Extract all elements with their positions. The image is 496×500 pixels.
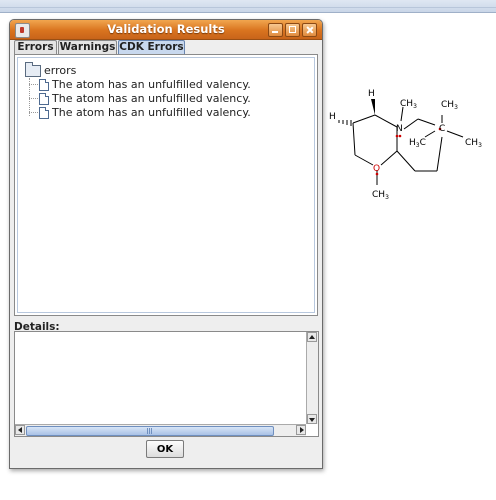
error-tree[interactable]: errors The atom has an unfulfilled valen… — [17, 57, 315, 313]
top-toolbar-line — [0, 7, 496, 8]
tree-item-label: The atom has an unfulfilled valency. — [52, 106, 251, 119]
molecule-structure[interactable]: H N CH3 CH3 H H3C C CH3 O CH3 — [325, 85, 485, 215]
arrow-right-icon — [300, 427, 304, 433]
details-text-area[interactable] — [14, 331, 319, 437]
folder-icon — [25, 62, 41, 77]
document-icon — [39, 93, 49, 105]
tree-root-node[interactable]: errors — [25, 62, 77, 77]
grip-icon — [147, 428, 152, 434]
arrow-down-icon — [309, 418, 315, 422]
tree-item-label: The atom has an unfulfilled valency. — [52, 78, 251, 91]
arrow-up-icon — [309, 335, 315, 339]
maximize-icon[interactable] — [285, 23, 300, 37]
validation-results-dialog: Validation Results Errors Warnings CDK E… — [9, 19, 323, 469]
details-horizontal-scrollbar[interactable] — [15, 424, 306, 436]
scroll-up-button[interactable] — [307, 332, 317, 342]
scroll-down-button[interactable] — [307, 414, 317, 424]
atom-c-methyl-top: CH3 — [441, 100, 458, 111]
tab-warnings[interactable]: Warnings — [58, 40, 117, 54]
tab-cdk-errors[interactable]: CDK Errors — [118, 40, 185, 54]
molecule-bonds — [352, 106, 464, 185]
scroll-right-button[interactable] — [296, 425, 306, 435]
scroll-left-button[interactable] — [15, 425, 25, 435]
tab-errors[interactable]: Errors — [14, 40, 57, 54]
dialog-titlebar[interactable]: Validation Results — [10, 20, 322, 40]
error-markers — [375, 127, 442, 176]
atom-n: N — [396, 124, 403, 134]
hashed-bond-left — [338, 120, 352, 126]
atom-h-top: H — [368, 89, 375, 99]
atom-o-methyl: CH3 — [372, 190, 389, 201]
atom-c-center: C — [439, 124, 445, 134]
tree-item[interactable]: The atom has an unfulfilled valency. — [29, 92, 251, 105]
tree-item[interactable]: The atom has an unfulfilled valency. — [29, 78, 251, 91]
arrow-left-icon — [18, 427, 22, 433]
tree-item[interactable]: The atom has an unfulfilled valency. — [29, 106, 251, 119]
wedge-bond-up — [371, 99, 375, 115]
atom-n-methyl: CH3 — [400, 99, 417, 110]
document-icon — [39, 79, 49, 91]
atom-h3c: H3C — [409, 138, 426, 149]
atom-c-methyl-right: CH3 — [465, 138, 482, 149]
tree-item-label: The atom has an unfulfilled valency. — [52, 92, 251, 105]
horizontal-scroll-thumb[interactable] — [26, 426, 274, 436]
error-tree-panel: errors The atom has an unfulfilled valen… — [14, 54, 318, 316]
atom-o: O — [373, 164, 380, 174]
tree-root-label: errors — [44, 64, 77, 77]
close-icon[interactable] — [302, 23, 317, 37]
atom-h-left: H — [329, 112, 336, 122]
document-icon — [39, 107, 49, 119]
details-vertical-scrollbar[interactable] — [306, 332, 318, 424]
ok-button[interactable]: OK — [146, 440, 184, 458]
minimize-icon[interactable] — [268, 23, 283, 37]
